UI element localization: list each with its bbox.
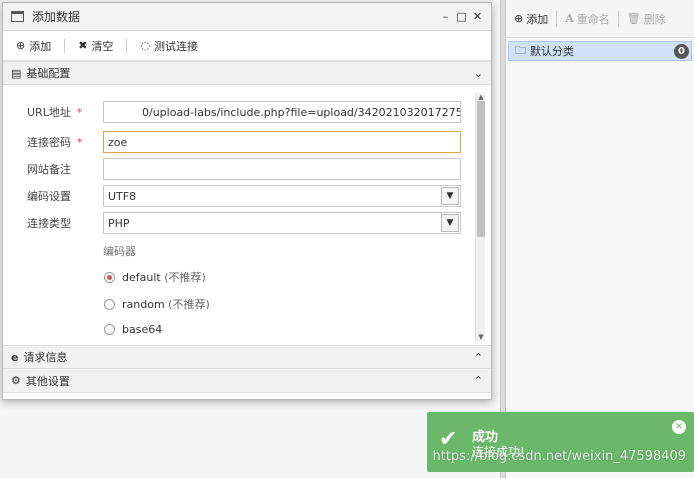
url-label: URL地址 *: [27, 106, 83, 119]
dialog-title: 添加数据: [32, 10, 81, 24]
plus-circle-icon: ⊕: [514, 12, 524, 25]
watermark: https://blog.csdn.net/weixin_47598409: [432, 449, 686, 464]
type-row: 连接类型: [27, 215, 103, 231]
password-input[interactable]: zoe: [103, 131, 461, 153]
category-panel: ⊕ 添加 A 重命名 🗑 删除 🗀 默认分类 0: [506, 0, 694, 478]
encoder-radio-random[interactable]: random (不推荐): [104, 296, 210, 312]
encoder-title: 编码器: [103, 245, 136, 258]
category-count-badge: 0: [674, 44, 689, 59]
form-scrollbar[interactable]: ▲ ▼: [475, 93, 485, 341]
basic-config-form: URL地址 * 0/upload-labs/include.php?file=up…: [3, 89, 491, 345]
chevron-down-icon: ⌄: [473, 66, 483, 80]
type-label: 连接类型: [27, 217, 71, 230]
spinner-icon: ◌: [140, 39, 151, 52]
add-button[interactable]: ⊕ 添加: [13, 38, 54, 54]
scroll-thumb[interactable]: [477, 101, 485, 237]
plus-circle-icon: ⊕: [16, 39, 26, 52]
category-delete-button[interactable]: 🗑 删除: [627, 11, 666, 27]
chevron-down-icon: ▼: [441, 214, 459, 232]
radio-button[interactable]: [104, 324, 115, 335]
encoding-label: 编码设置: [27, 190, 71, 203]
note-label: 网站备注: [27, 163, 71, 176]
category-add-button[interactable]: ⊕ 添加: [514, 11, 548, 27]
section-other-settings[interactable]: ⚙ 其他设置 ⌃: [3, 369, 491, 393]
category-toolbar: ⊕ 添加 A 重命名 🗑 删除: [506, 0, 694, 38]
url-input[interactable]: 0/upload-labs/include.php?file=upload/34…: [103, 101, 461, 123]
dialog-titlebar[interactable]: 添加数据 – □ ✕: [3, 3, 491, 31]
chevron-down-icon: ▼: [441, 187, 459, 205]
radio-button-checked[interactable]: [104, 271, 115, 283]
note-row: 网站备注: [27, 161, 103, 177]
toolbar-divider: [64, 38, 66, 53]
section-request-info[interactable]: e 请求信息 ⌃: [3, 345, 491, 369]
close-icon[interactable]: ✕: [672, 420, 686, 434]
category-rename-button[interactable]: A 重命名: [565, 11, 610, 27]
minimize-icon[interactable]: –: [440, 10, 451, 23]
font-icon: A: [565, 12, 574, 25]
add-data-dialog: 添加数据 – □ ✕ ⊕ 添加 ✖ 清空 ◌ 测试连接 ▤ 基础配置 ⌄ URL…: [2, 2, 492, 400]
x-icon: ✖: [78, 39, 88, 52]
gears-icon: ⚙: [11, 374, 21, 387]
toolbar-divider: [556, 10, 558, 27]
test-connection-button[interactable]: ◌ 测试连接: [137, 38, 201, 54]
clear-button[interactable]: ✖ 清空: [75, 38, 116, 54]
folder-icon: 🗀: [515, 43, 526, 57]
chevron-up-icon: ⌃: [473, 374, 483, 387]
toolbar-divider: [617, 10, 619, 27]
toolbar-divider: [126, 38, 128, 53]
url-row: URL地址 *: [27, 104, 103, 120]
ie-icon: e: [11, 350, 19, 364]
window-icon: [11, 11, 24, 22]
radio-button[interactable]: [104, 298, 115, 310]
password-label: 连接密码 *: [27, 136, 83, 149]
dialog-toolbar: ⊕ 添加 ✖ 清空 ◌ 测试连接: [3, 31, 491, 61]
note-input[interactable]: [103, 158, 461, 180]
scroll-down-arrow[interactable]: ▼: [476, 333, 486, 341]
maximize-icon[interactable]: □: [456, 10, 467, 23]
type-select[interactable]: PHP ▼: [103, 212, 461, 234]
encoding-select[interactable]: UTF8 ▼: [103, 185, 461, 207]
category-item-default[interactable]: 🗀 默认分类 0: [508, 41, 692, 61]
trash-icon: 🗑: [626, 12, 641, 25]
scroll-up-arrow[interactable]: ▲: [476, 93, 486, 101]
section-basic-config[interactable]: ▤ 基础配置 ⌄: [3, 61, 491, 85]
list-icon: ▤: [11, 66, 22, 80]
encoding-row: 编码设置: [27, 188, 103, 204]
encoder-radio-default[interactable]: default (不推荐): [104, 269, 206, 285]
encoder-radio-base64[interactable]: base64: [104, 323, 162, 336]
chevron-up-icon: ⌃: [473, 350, 483, 364]
close-icon[interactable]: ✕: [472, 10, 483, 23]
password-row: 连接密码 *: [27, 134, 103, 150]
